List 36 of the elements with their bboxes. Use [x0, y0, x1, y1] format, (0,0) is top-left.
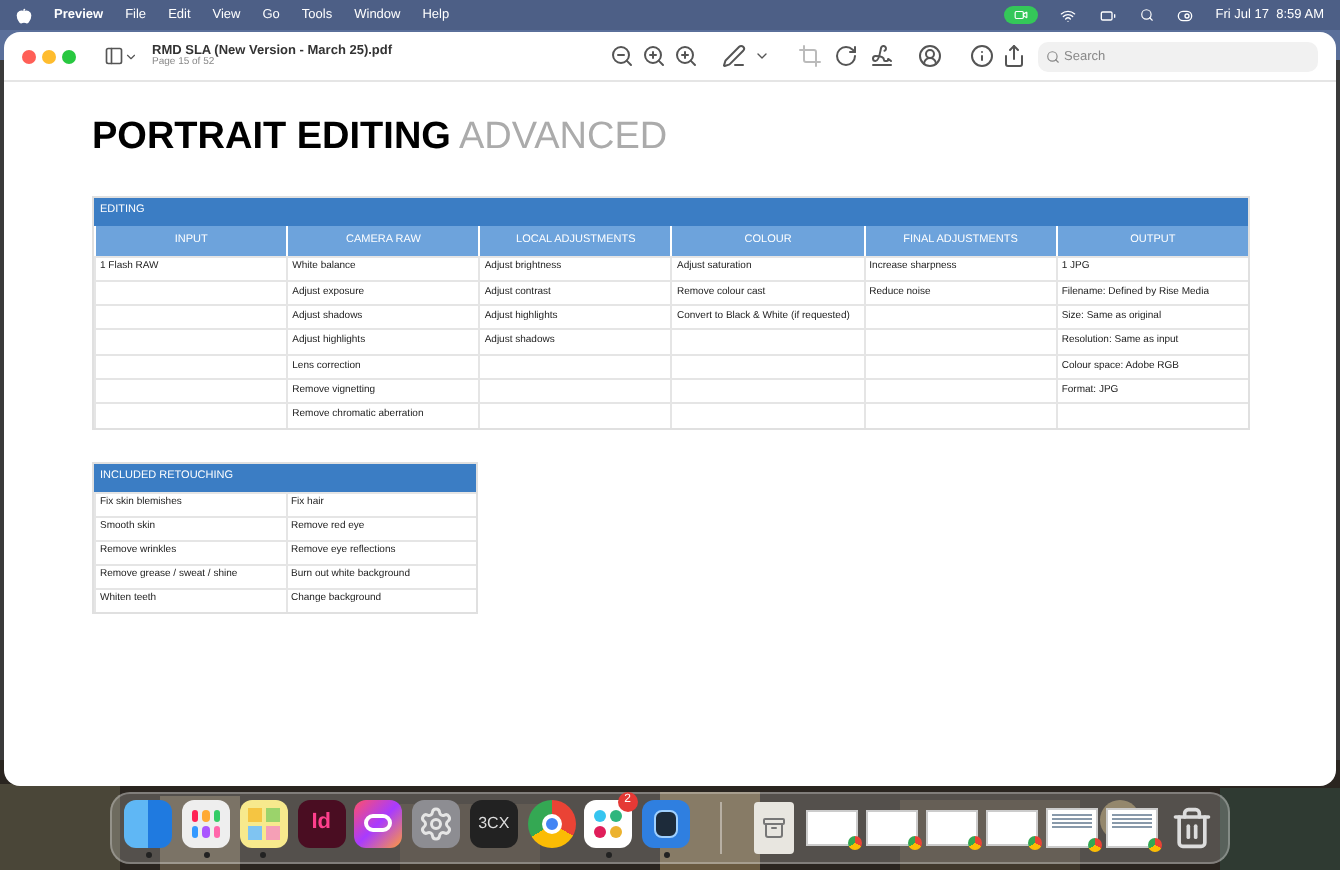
- chevron-down-icon[interactable]: [754, 48, 770, 64]
- document-heading: PORTRAIT EDITING: [92, 114, 451, 162]
- zoom-in-icon[interactable]: [674, 44, 698, 68]
- chat-app-icon[interactable]: [584, 799, 633, 847]
- caret-icon: [124, 49, 138, 63]
- wifi-icon[interactable]: [1059, 7, 1076, 23]
- close-button[interactable]: [22, 49, 36, 63]
- accessibility-icon[interactable]: [918, 44, 942, 68]
- settings-icon[interactable]: [412, 799, 461, 847]
- control-center-icon[interactable]: [1175, 7, 1194, 23]
- spreadsheet-thumbnail[interactable]: [1046, 808, 1099, 848]
- indesign-icon[interactable]: Id: [297, 799, 346, 847]
- heading-suffix: ADVANCED: [458, 114, 668, 162]
- sidebar-button[interactable]: [104, 46, 138, 66]
- battery-icon[interactable]: [1097, 7, 1118, 23]
- document-thumbnail[interactable]: [926, 810, 979, 846]
- zoom-out-icon[interactable]: [610, 44, 634, 68]
- spreadsheet-thumbnail[interactable]: [1106, 808, 1159, 848]
- share-icon[interactable]: [1002, 44, 1026, 68]
- markup-pen-icon[interactable]: [722, 44, 746, 68]
- signature-icon[interactable]: [870, 44, 894, 68]
- phone-app-icon[interactable]: 3CX: [469, 799, 518, 847]
- utility-app-icon[interactable]: [642, 799, 691, 847]
- finder-icon[interactable]: [124, 799, 173, 847]
- archive-icon[interactable]: [753, 802, 794, 854]
- document-thumbnail[interactable]: [866, 810, 919, 846]
- camera-status-icon[interactable]: [1003, 6, 1038, 24]
- search-icon: [1046, 49, 1060, 63]
- notes-icon[interactable]: [239, 799, 288, 847]
- document-thumbnail[interactable]: [986, 810, 1039, 846]
- rotate-icon[interactable]: [834, 44, 858, 68]
- document-thumbnail[interactable]: [806, 810, 859, 846]
- info-icon[interactable]: [970, 44, 994, 68]
- app-grid-icon[interactable]: [182, 799, 231, 847]
- search-icon[interactable]: [1139, 8, 1154, 22]
- apple-menu-icon[interactable]: [16, 7, 32, 23]
